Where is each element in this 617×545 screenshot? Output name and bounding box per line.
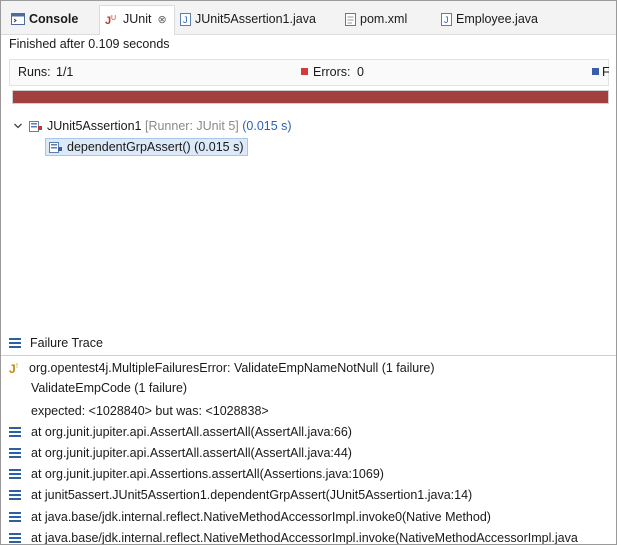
java-file-icon: J xyxy=(180,12,191,26)
svg-text:U: U xyxy=(111,15,116,22)
progress-fill xyxy=(13,91,608,103)
junit-icon: JU xyxy=(105,13,119,26)
stack-frame-icon xyxy=(9,533,21,543)
tab-employee-java-label: Employee.java xyxy=(456,12,538,26)
stack-frame-icon xyxy=(9,469,21,479)
xml-file-icon xyxy=(345,12,356,26)
trace-text: at org.junit.jupiter.api.AssertAll.asser… xyxy=(31,425,352,439)
failure-icon xyxy=(592,68,599,75)
trace-line-stack[interactable]: at java.base/jdk.internal.reflect.Native… xyxy=(9,529,578,545)
tab-junit-label: JUnit xyxy=(123,12,152,26)
close-icon[interactable]: ⊗ xyxy=(157,13,166,26)
tree-suite-row[interactable]: JUnit5Assertion1 [Runner: JUnit 5] (0.01… xyxy=(13,119,292,133)
chevron-down-icon[interactable] xyxy=(13,121,23,131)
tab-pom-xml-label: pom.xml xyxy=(360,12,408,26)
errors-value: 0 xyxy=(357,65,364,79)
runs-value: 1/1 xyxy=(56,65,74,79)
tab-console[interactable]: Console xyxy=(11,9,78,29)
trace-text: at java.base/jdk.internal.reflect.Native… xyxy=(31,510,491,524)
trace-line-stack[interactable]: at org.junit.jupiter.api.Assertions.asse… xyxy=(9,465,384,483)
trace-list-icon xyxy=(9,338,21,348)
svg-text:!: ! xyxy=(16,363,18,370)
trace-text: org.opentest4j.MultipleFailuresError: Va… xyxy=(29,361,435,375)
trace-text: at junit5assert.JUnit5Assertion1.depende… xyxy=(31,488,473,502)
trace-line-stack[interactable]: at org.junit.jupiter.api.AssertAll.asser… xyxy=(9,423,352,441)
counters-panel: Runs: 1/1 Errors: 0 F xyxy=(9,59,610,86)
svg-text:J: J xyxy=(183,15,188,25)
tree-test-row[interactable]: dependentGrpAssert() (0.015 s) xyxy=(45,138,248,156)
trace-text: at org.junit.jupiter.api.Assertions.asse… xyxy=(31,467,384,481)
suite-runner: [Runner: JUnit 5] xyxy=(144,119,239,133)
failure-trace-header: Failure Trace xyxy=(9,336,103,350)
tab-junit5assertion1-java[interactable]: J JUnit5Assertion1.java xyxy=(180,9,316,29)
runs-label: Runs: xyxy=(18,65,51,79)
suite-time: (0.015 s) xyxy=(242,119,292,133)
trace-line-stack[interactable]: at java.base/jdk.internal.reflect.Native… xyxy=(9,508,491,526)
trace-line-stack[interactable]: at org.junit.jupiter.api.AssertAll.asser… xyxy=(9,444,352,462)
tab-junit[interactable]: JU JUnit ⊗ xyxy=(105,9,167,29)
svg-text:J: J xyxy=(444,15,449,25)
tab-junit5assertion1-label: JUnit5Assertion1.java xyxy=(195,12,316,26)
tab-console-label: Console xyxy=(29,12,79,26)
console-icon xyxy=(11,13,25,25)
tab-bar: Console JU JUnit ⊗ J JUnit5Assertion1.ja… xyxy=(1,1,616,35)
errors-label: Errors: xyxy=(313,65,351,79)
failure-trace-divider xyxy=(1,355,616,356)
trace-text: expected: <1028840> but was: <1028838> xyxy=(31,404,269,418)
trace-line-error[interactable]: J! org.opentest4j.MultipleFailuresError:… xyxy=(9,359,435,377)
trace-text: at java.base/jdk.internal.reflect.Native… xyxy=(31,531,578,545)
stack-frame-icon xyxy=(9,512,21,522)
test-progress-bar xyxy=(12,90,609,104)
svg-text:J: J xyxy=(9,362,16,375)
finished-status: Finished after 0.109 seconds xyxy=(9,37,170,51)
test-time: (0.015 s) xyxy=(194,140,244,154)
java-file-icon: J xyxy=(441,12,452,26)
failures-label: F xyxy=(602,65,610,79)
failure-trace-title: Failure Trace xyxy=(30,336,103,350)
stack-frame-icon xyxy=(9,490,21,500)
trace-text: at org.junit.jupiter.api.AssertAll.asser… xyxy=(31,446,352,460)
junit-view: Console JU JUnit ⊗ J JUnit5Assertion1.ja… xyxy=(0,0,617,545)
stack-frame-icon xyxy=(9,448,21,458)
tab-pom-xml[interactable]: pom.xml xyxy=(345,9,407,29)
test-name: dependentGrpAssert() xyxy=(67,140,191,154)
trace-text: ValidateEmpCode (1 failure) xyxy=(31,381,188,395)
suite-name: JUnit5Assertion1 xyxy=(47,119,142,133)
stack-frame-icon xyxy=(9,427,21,437)
error-icon xyxy=(301,68,308,75)
test-suite-icon xyxy=(29,120,43,133)
trace-line-stack[interactable]: at junit5assert.JUnit5Assertion1.depende… xyxy=(9,486,472,504)
trace-line-detail[interactable]: ValidateEmpCode (1 failure) xyxy=(31,379,187,397)
exception-icon: J! xyxy=(9,361,25,375)
trace-line-detail[interactable]: expected: <1028840> but was: <1028838> xyxy=(31,402,269,420)
test-failed-icon xyxy=(49,141,63,154)
tab-employee-java[interactable]: J Employee.java xyxy=(441,9,538,29)
